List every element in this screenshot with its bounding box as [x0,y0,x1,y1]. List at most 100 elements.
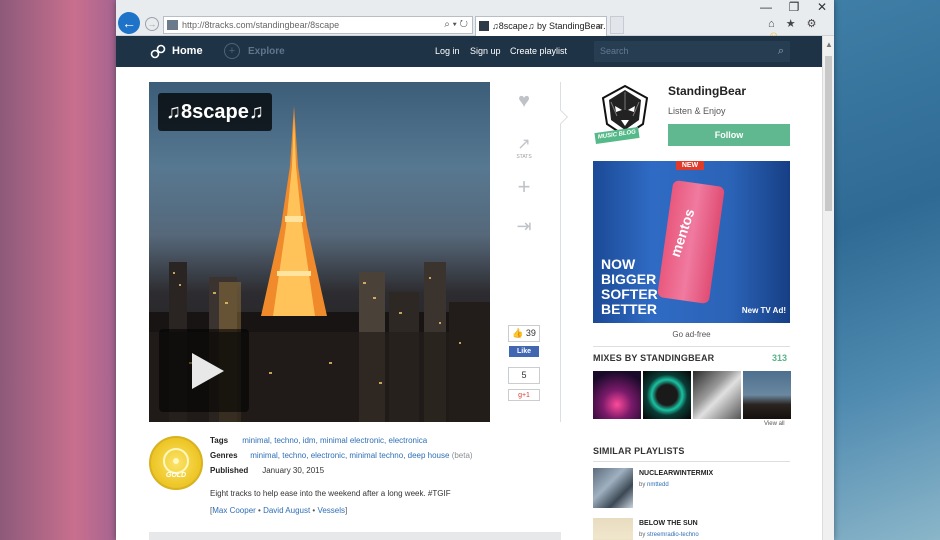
published-date: January 30, 2015 [262,466,325,475]
login-link[interactable]: Log in [435,46,460,56]
mix-thumbnail[interactable] [593,371,641,419]
gold-badge-label: GOLD [165,472,187,479]
genres-row: Genres minimal, techno, electronic, mini… [210,451,473,460]
playlist-title[interactable]: BELOW THE SUN [639,520,698,527]
ad-slogan-line: SOFTER [601,286,658,302]
mixes-section-title[interactable]: MIXES BY STANDINGBEAR [593,353,714,363]
mix-description: Eight tracks to help ease into the weeke… [210,489,451,498]
link-icon[interactable] [150,44,166,63]
stats-button[interactable]: ↗ STATS [510,134,538,160]
by-label: by [639,482,646,488]
playlist-author: by nmttedd [639,482,669,488]
follow-button[interactable]: Follow [668,124,790,146]
forward-button[interactable]: → [145,17,159,31]
section-divider [593,461,790,462]
page-scrollbar[interactable]: ▲ [822,36,834,540]
artist-link[interactable]: Max Cooper [212,506,256,515]
go-ad-free-link[interactable]: Go ad-free [593,330,790,339]
search-icon[interactable]: ⌕ [778,41,784,62]
genres-links[interactable]: minimal, techno, electronic, minimal tec… [250,451,449,460]
close-window-button[interactable]: ✕ [812,0,832,14]
artist-separator: • [255,506,264,515]
tokyo-tower-image [261,106,327,316]
settings-gear-icon[interactable]: ⚙ [807,18,821,30]
maximize-button[interactable]: ❐ [784,0,804,14]
minimize-button[interactable]: — [756,0,776,14]
tab-favicon [479,21,489,31]
mix-cover-art[interactable]: ♫8scape♫ [149,82,490,422]
browser-tab[interactable]: ♫8scape♫ by StandingBear... × [475,16,607,36]
share-count: 5 [508,367,540,384]
search-placeholder: Search [600,46,629,56]
address-tools[interactable]: ⌕ ▾ ↻ [444,17,468,33]
advertisement[interactable]: NEW mentos NOW BIGGER SOFTER BETTER New … [593,161,790,323]
mix-thumbnail[interactable] [643,371,691,419]
facebook-like-button[interactable]: Like [509,346,539,357]
artist-link[interactable]: Vessels [317,506,345,515]
share-icon[interactable]: ⇥ [510,216,538,237]
list-item[interactable]: NUCLEARWINTERMIX by nmttedd [593,468,790,510]
artist-link[interactable]: David August [263,506,310,515]
ad-tv-label: New TV Ad! [741,306,786,315]
playlist-author: by streemradio-techno [639,532,699,538]
nav-explore[interactable]: Explore [248,46,285,57]
playlist-title[interactable]: NUCLEARWINTERMIX [639,470,713,477]
add-to-collection-icon[interactable]: + [510,174,538,200]
by-label: by [639,532,646,538]
author-link[interactable]: streemradio-techno [647,532,699,538]
list-item[interactable]: BELOW THE SUN by streemradio-techno [593,518,790,540]
ad-brand: mentos [666,206,698,259]
tags-row: Tags minimal, techno, idm, minimal elect… [210,436,427,445]
address-bar[interactable]: http://8tracks.com/standingbear/8scape ⌕… [163,16,473,34]
mix-title: ♫8scape♫ [158,93,272,131]
mix-thumbnail[interactable] [743,371,791,419]
mix-thumbnail[interactable] [693,371,741,419]
tags-links[interactable]: minimal, techno, idm, minimal electronic… [242,436,427,445]
home-icon[interactable]: ⌂ [768,18,779,30]
like-heart-icon[interactable]: ♥ [510,90,538,113]
mixes-count[interactable]: 313 [772,353,787,363]
column-divider [560,82,561,422]
playlist-thumbnail [593,518,633,540]
similar-section-title: SIMILAR PLAYLISTS [593,446,685,456]
fb-like-count[interactable]: 👍 39 [508,325,540,342]
stats-icon: ↗ [517,136,531,153]
scrollbar-thumb[interactable] [825,56,832,211]
play-button[interactable] [159,329,249,412]
profile-avatar[interactable]: MUSIC BLOG [593,80,657,144]
favorites-icon[interactable]: ★ [786,18,800,30]
page-icon [167,20,178,30]
new-tab-button[interactable] [610,16,624,34]
search-input[interactable]: Search ⌕ [594,41,790,62]
tab-title: ♫8scape♫ by StandingBear... [492,21,607,31]
published-label: Published [210,466,249,475]
site-navbar: Home + Explore Log in Sign up Create pla… [116,36,822,67]
author-link[interactable]: nmttedd [647,482,669,488]
ad-new-label: NEW [676,161,704,170]
signup-link[interactable]: Sign up [470,46,501,56]
ad-slogan-line: NOW [601,256,636,272]
like-count: 39 [525,328,536,338]
compass-icon[interactable]: + [224,43,240,59]
published-row: Published January 30, 2015 [210,466,324,475]
play-icon [192,353,224,389]
tab-close-icon[interactable]: × [597,17,602,35]
playlist-thumbnail [593,468,633,508]
back-button[interactable]: ← [118,12,140,34]
view-all-link[interactable]: View all [764,421,785,427]
gold-record-icon [163,448,189,474]
create-playlist-link[interactable]: Create playlist [510,46,567,56]
profile-name[interactable]: StandingBear [668,84,746,98]
nav-home[interactable]: Home [172,45,203,57]
google-plus-button[interactable]: g+1 [508,389,540,401]
divider-notch [553,109,569,125]
tags-label: Tags [210,436,229,445]
ad-slogan-line: BIGGER [601,271,657,287]
scroll-up-icon[interactable]: ▲ [825,40,833,49]
social-buttons: 👍 39 Like 5 g+1 [508,325,540,401]
browser-window: ← → http://8tracks.com/standingbear/8sca… [116,0,834,540]
gold-badge: GOLD [149,436,203,490]
address-text: http://8tracks.com/standingbear/8scape [182,20,340,30]
section-divider [593,346,790,347]
comment-bar [149,532,561,540]
